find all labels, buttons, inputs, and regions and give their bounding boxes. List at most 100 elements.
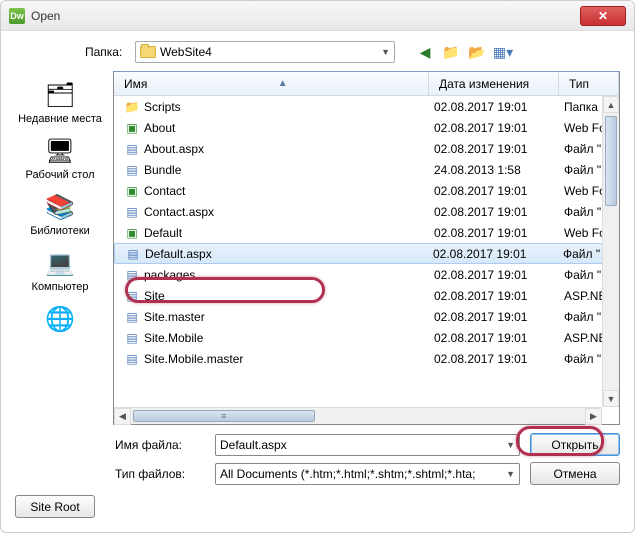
main-area: 🗂 Недавние места 🖥 Рабочий стол 📚 Библиотеки 💻… <box>15 71 620 425</box>
places-sidebar: 🗂 Недавние места 🖥 Рабочий стол 📚 Библиотеки 💻… <box>15 71 105 425</box>
sidebar-label: Недавние места <box>17 113 103 125</box>
sidebar-item-2[interactable]: 📚 Библиотеки <box>15 187 105 241</box>
folder-selector-row: Папка: WebSite4 ▼ ◀ 📁 📂 ▦▾ <box>15 41 620 63</box>
file-row[interactable]: ▤About.aspx02.08.2017 19:01Файл " <box>114 138 619 159</box>
file-row[interactable]: ▤Default.aspx02.08.2017 19:01Файл " <box>114 243 619 264</box>
file-row[interactable]: ▤Site.Mobile.master02.08.2017 19:01Файл … <box>114 348 619 369</box>
sidebar-item-4[interactable]: 🌐 <box>15 299 105 341</box>
scroll-thumb-vertical[interactable] <box>605 116 617 206</box>
sidebar-item-3[interactable]: 💻 Компьютер <box>15 243 105 297</box>
file-name: Site <box>144 289 434 303</box>
view-menu-icon[interactable]: ▦▾ <box>493 42 513 62</box>
folder-dropdown[interactable]: WebSite4 ▼ <box>135 41 395 63</box>
file-list-pane: Имя ▲ Дата изменения Тип 📁Scripts02.08.2… <box>113 71 620 425</box>
file-name: Bundle <box>144 163 434 177</box>
file-date: 02.08.2017 19:01 <box>434 142 564 156</box>
folder-nav-icons: ◀ 📁 📂 ▦▾ <box>415 42 513 62</box>
file-row[interactable]: ▣Contact02.08.2017 19:01Web Fо <box>114 180 619 201</box>
file-name: Contact.aspx <box>144 205 434 219</box>
filetype-dropdown[interactable]: All Documents (*.htm;*.html;*.shtm;*.sht… <box>215 463 520 485</box>
vertical-scrollbar[interactable]: ▲ ▼ <box>602 96 619 407</box>
chevron-down-icon: ▼ <box>506 440 515 450</box>
file-date: 02.08.2017 19:01 <box>434 289 564 303</box>
hscroll-track[interactable]: ≡ <box>131 408 585 424</box>
file-icon: ▤ <box>124 288 140 304</box>
file-row[interactable]: ▣Default02.08.2017 19:01Web Fо <box>114 222 619 243</box>
file-icon: ▤ <box>124 162 140 178</box>
window-title: Open <box>31 9 580 23</box>
file-list[interactable]: 📁Scripts02.08.2017 19:01Папка▣About02.08… <box>114 96 619 424</box>
new-folder-icon[interactable]: 📂 <box>467 42 487 62</box>
filename-value: Default.aspx <box>220 438 287 452</box>
scroll-left-icon[interactable]: ◀ <box>114 408 131 425</box>
file-date: 02.08.2017 19:01 <box>434 268 564 282</box>
file-name: Contact <box>144 184 434 198</box>
file-icon: ▤ <box>124 204 140 220</box>
file-icon: ▤ <box>124 330 140 346</box>
folder-current: WebSite4 <box>160 45 212 59</box>
sidebar-icon: 💻 <box>40 247 80 279</box>
sidebar-icon: 🗂 <box>40 79 80 111</box>
scroll-right-icon[interactable]: ▶ <box>585 408 602 425</box>
bottom-form: Имя файла: Default.aspx ▼ Открыть Тип фа… <box>15 425 620 489</box>
file-icon: ▤ <box>124 267 140 283</box>
column-type[interactable]: Тип <box>559 72 619 95</box>
file-date: 02.08.2017 19:01 <box>434 184 564 198</box>
file-name: About <box>144 121 434 135</box>
column-name-label: Имя <box>124 77 147 91</box>
file-date: 02.08.2017 19:01 <box>434 331 564 345</box>
sidebar-label: Рабочий стол <box>17 169 103 181</box>
sidebar-icon: 🖥 <box>40 135 80 167</box>
scroll-up-icon[interactable]: ▲ <box>603 96 619 113</box>
chevron-down-icon: ▼ <box>506 469 515 479</box>
file-list-header: Имя ▲ Дата изменения Тип <box>114 72 619 96</box>
file-row[interactable]: ▤Site02.08.2017 19:01ASP.NE <box>114 285 619 306</box>
file-icon: ▤ <box>124 351 140 367</box>
file-row[interactable]: ▤packages02.08.2017 19:01Файл " <box>114 264 619 285</box>
filename-label: Имя файла: <box>115 438 205 452</box>
sidebar-item-1[interactable]: 🖥 Рабочий стол <box>15 131 105 185</box>
column-date[interactable]: Дата изменения <box>429 72 559 95</box>
folder-label: Папка: <box>85 45 135 59</box>
filetype-label: Тип файлов: <box>115 467 205 481</box>
file-icon: ▤ <box>125 246 141 262</box>
file-date: 02.08.2017 19:01 <box>434 310 564 324</box>
site-root-row: Site Root <box>15 489 620 518</box>
titlebar: Dw Open ✕ <box>1 1 634 31</box>
scroll-thumb-horizontal[interactable]: ≡ <box>133 410 315 422</box>
file-row[interactable]: ▤Site.Mobile02.08.2017 19:01ASP.NE <box>114 327 619 348</box>
close-icon[interactable]: ✕ <box>580 6 626 26</box>
up-folder-icon[interactable]: 📁 <box>441 42 461 62</box>
file-name: Site.Mobile.master <box>144 352 434 366</box>
file-row[interactable]: ▤Site.master02.08.2017 19:01Файл " <box>114 306 619 327</box>
sidebar-label: Компьютер <box>17 281 103 293</box>
file-row[interactable]: 📁Scripts02.08.2017 19:01Папка <box>114 96 619 117</box>
site-root-button[interactable]: Site Root <box>15 495 95 518</box>
open-button[interactable]: Открыть <box>530 433 620 456</box>
file-name: Site.master <box>144 310 434 324</box>
sidebar-icon: 📚 <box>40 191 80 223</box>
sidebar-item-0[interactable]: 🗂 Недавние места <box>15 75 105 129</box>
file-name: Default.aspx <box>145 247 433 261</box>
file-row[interactable]: ▤Bundle24.08.2013 1:58Файл " <box>114 159 619 180</box>
file-row[interactable]: ▣About02.08.2017 19:01Web Fо <box>114 117 619 138</box>
file-icon: ▤ <box>124 141 140 157</box>
file-name: About.aspx <box>144 142 434 156</box>
sidebar-label: Библиотеки <box>17 225 103 237</box>
app-icon: Dw <box>9 8 25 24</box>
horizontal-scrollbar[interactable]: ◀ ≡ ▶ <box>114 407 602 424</box>
cancel-button[interactable]: Отмена <box>530 462 620 485</box>
sort-asc-icon: ▲ <box>278 78 288 89</box>
filename-input[interactable]: Default.aspx ▼ <box>215 434 520 456</box>
sidebar-icon: 🌐 <box>40 303 80 335</box>
column-name[interactable]: Имя ▲ <box>114 72 429 95</box>
file-row[interactable]: ▤Contact.aspx02.08.2017 19:01Файл " <box>114 201 619 222</box>
back-icon[interactable]: ◀ <box>415 42 435 62</box>
file-date: 02.08.2017 19:01 <box>434 100 564 114</box>
file-date: 02.08.2017 19:01 <box>434 226 564 240</box>
file-name: Scripts <box>144 100 434 114</box>
scroll-down-icon[interactable]: ▼ <box>603 390 619 407</box>
file-name: packages <box>144 268 434 282</box>
file-icon: ▤ <box>124 309 140 325</box>
file-name: Site.Mobile <box>144 331 434 345</box>
